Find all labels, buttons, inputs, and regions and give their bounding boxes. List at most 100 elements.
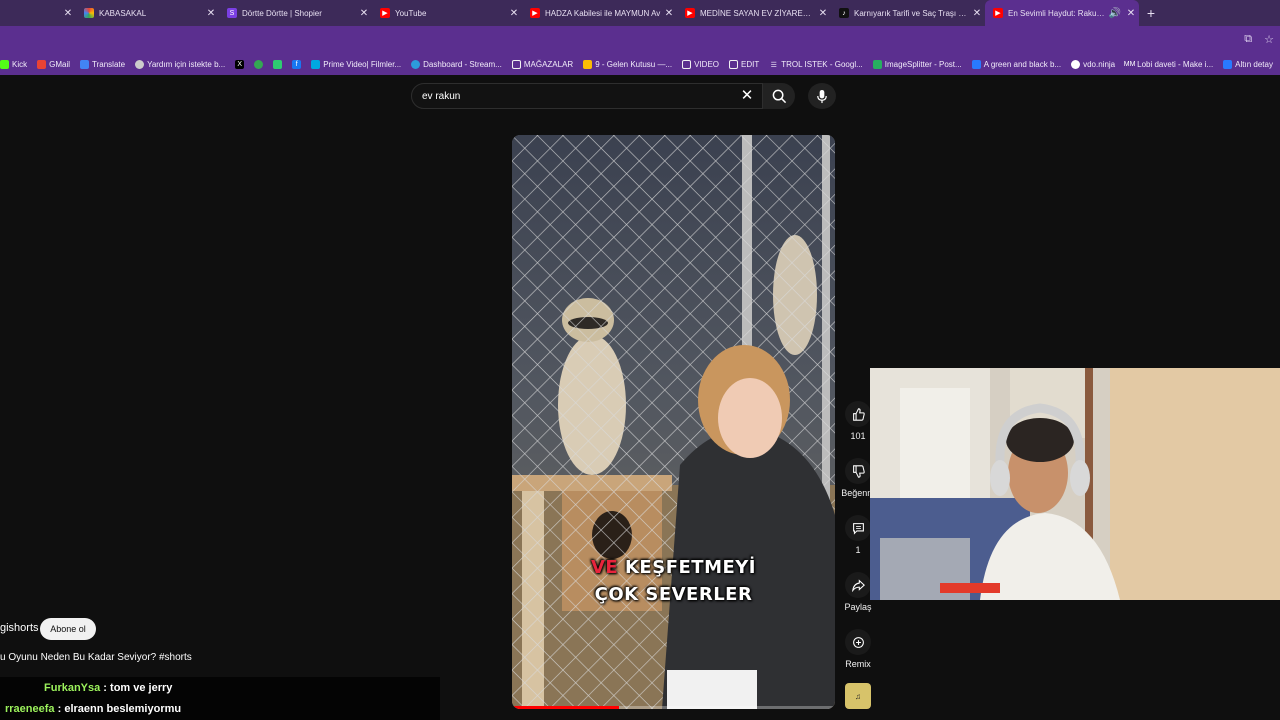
- tab-title: YouTube: [395, 8, 427, 18]
- youtube-shorts-page: ev rakun ✕ VE KEŞFETMEYİ ÇOK SEVERLER 10…: [0, 75, 1280, 720]
- channel-name[interactable]: gishorts: [0, 622, 39, 634]
- bookmark-gmail[interactable]: GMail: [37, 60, 70, 69]
- close-icon[interactable]: ✕: [815, 8, 831, 19]
- youtube-icon: ▶: [530, 8, 540, 18]
- bookmark-magazalar[interactable]: MAĞAZALAR: [511, 60, 574, 69]
- webcam-frame: [870, 368, 1280, 600]
- chat-message: rraeneefa : elraenn beslemiyormu: [5, 703, 181, 715]
- star-icon[interactable]: ☆: [1264, 33, 1274, 46]
- bookmark-drive[interactable]: [254, 60, 264, 69]
- bookmark-prime[interactable]: Prime Video| Filmler...: [311, 60, 401, 69]
- bookmark-altin-detay[interactable]: Altın detay: [1223, 60, 1273, 69]
- bookmark-edit[interactable]: EDIT: [729, 60, 759, 69]
- tab-kabasakal[interactable]: KABASAKAL ✕: [76, 0, 219, 26]
- tab-hadza[interactable]: ▶ HADZA Kabilesi ile MAYMUN Av ✕: [522, 0, 677, 26]
- cast-icon[interactable]: ⧉: [1244, 33, 1252, 46]
- close-icon[interactable]: ✕: [356, 8, 372, 19]
- chat-username: rraeneefa: [5, 703, 55, 715]
- bookmark-trol-istek[interactable]: ☰ TROL ISTEK - Googl...: [769, 60, 863, 69]
- bookmark-label: ImageSplitter - Post...: [884, 60, 962, 69]
- microphone-icon: [817, 89, 827, 103]
- tab-title: Dörtte Dörtte | Shopier: [242, 8, 322, 18]
- bookmark-label: MAĞAZALAR: [523, 60, 574, 69]
- remix-label: Remix: [845, 659, 871, 669]
- close-icon[interactable]: ✕: [203, 8, 219, 19]
- bookmark-label: Lobi daveti - Make i...: [1137, 60, 1214, 69]
- shopier-icon: S: [227, 8, 237, 18]
- bookmark-lobi-daveti[interactable]: MM Lobi daveti - Make i...: [1124, 60, 1214, 69]
- tab-partial[interactable]: ✕: [0, 0, 76, 26]
- search-button[interactable]: [763, 83, 795, 109]
- bookmark-gelen-kutusu[interactable]: 9 - Gelen Kutusu —...: [583, 60, 672, 69]
- close-icon[interactable]: ✕: [661, 8, 677, 19]
- bookmark-kick[interactable]: Kick: [0, 60, 27, 69]
- bookmark-x[interactable]: X: [235, 60, 245, 69]
- bookmark-translate[interactable]: Translate: [80, 60, 125, 69]
- bookmark-label: GMail: [49, 60, 71, 69]
- tab-youtube[interactable]: ▶ YouTube ✕: [372, 0, 522, 26]
- voice-search-button[interactable]: [808, 83, 836, 109]
- multicolor-icon: [84, 8, 94, 18]
- sound-thumbnail[interactable]: ♫: [838, 683, 878, 713]
- tab-shopier[interactable]: S Dörtte Dörtte | Shopier ✕: [219, 0, 372, 26]
- chat-separator: :: [54, 703, 65, 715]
- close-icon[interactable]: ✕: [60, 8, 76, 19]
- speaker-icon[interactable]: 🔊: [1107, 8, 1123, 19]
- mail-icon: [583, 60, 593, 69]
- bookmark-yardim[interactable]: Yardım için istekte b...: [135, 60, 225, 69]
- kick-icon: [0, 60, 9, 69]
- bookmark-green-black[interactable]: A green and black b...: [971, 60, 1061, 69]
- bookmark-dashboard[interactable]: Dashboard - Stream...: [411, 60, 502, 69]
- flag-icon: [971, 60, 981, 69]
- tab-karniyarik[interactable]: ♪ Karnıyarık Tarifi ve Saç Traşı Mu ✕: [831, 0, 985, 26]
- bookmark-evernote[interactable]: [273, 60, 283, 69]
- video-progress-bar[interactable]: [512, 706, 835, 709]
- bookmark-facebook[interactable]: f: [292, 60, 302, 69]
- search-icon: [772, 89, 786, 103]
- globe-icon: [135, 60, 145, 69]
- clear-search-icon[interactable]: ✕: [738, 87, 756, 105]
- tab-title: HADZA Kabilesi ile MAYMUN Av: [545, 8, 661, 18]
- chat-separator: :: [100, 682, 111, 694]
- bookmark-video[interactable]: VIDEO: [682, 60, 719, 69]
- bookmark-label: 9 - Gelen Kutusu —...: [595, 60, 673, 69]
- bookmark-label: TROL ISTEK - Googl...: [781, 60, 863, 69]
- bookmark-label: Translate: [92, 60, 126, 69]
- progress-fill: [512, 706, 619, 709]
- translate-icon: [80, 60, 90, 69]
- bookmark-imagesplitter[interactable]: ImageSplitter - Post...: [872, 60, 962, 69]
- youtube-icon: ▶: [685, 8, 695, 18]
- caption-text: KEŞFETMEYİ: [624, 557, 757, 578]
- tab-title: En Sevimli Haydut: Rakun! #: [1008, 8, 1107, 18]
- vdo-ninja-icon: [1071, 60, 1081, 69]
- x-icon: X: [235, 60, 245, 69]
- video-frame: [512, 135, 835, 709]
- new-tab-button[interactable]: +: [1139, 5, 1163, 21]
- gmail-icon: [37, 60, 47, 69]
- tiktok-icon: ♪: [839, 8, 849, 18]
- close-icon[interactable]: ✕: [506, 8, 522, 19]
- close-icon[interactable]: ✕: [969, 8, 985, 19]
- close-icon[interactable]: ✕: [1123, 8, 1139, 19]
- stream-chat-overlay: FurkanYsa : tom ve jerry rraeneefa : elr…: [0, 677, 440, 720]
- search-input[interactable]: ev rakun: [411, 83, 763, 109]
- remix-button[interactable]: Remix: [838, 629, 878, 669]
- browser-toolbar: ⧉ ☆: [0, 26, 1280, 54]
- prime-video-icon: [311, 60, 321, 69]
- bookmark-vdo-ninja[interactable]: vdo.ninja: [1071, 60, 1115, 69]
- thumbs-down-icon: [852, 464, 865, 478]
- folder-icon: [729, 60, 739, 69]
- streamlabs-icon: [411, 60, 421, 69]
- tab-rakun-active[interactable]: ▶ En Sevimli Haydut: Rakun! # 🔊 ✕: [985, 0, 1139, 26]
- short-title[interactable]: u Oyunu Neden Bu Kadar Seviyor? #shorts: [0, 652, 192, 663]
- subscribe-button[interactable]: Abone ol: [40, 618, 96, 640]
- tab-medine[interactable]: ▶ MEDİNE SAYAN EV ZİYARETİ - Y ✕: [677, 0, 831, 26]
- share-label: Paylaş: [844, 602, 872, 612]
- share-icon: [851, 578, 865, 592]
- shorts-video-player[interactable]: VE KEŞFETMEYİ ÇOK SEVERLER: [512, 135, 835, 709]
- chat-text: elraenn beslemiyormu: [64, 703, 182, 715]
- thumbs-up-icon: [852, 407, 865, 421]
- bookmark-label: EDIT: [741, 60, 760, 69]
- folder-icon: [511, 60, 521, 69]
- caption-line-1: VE KEŞFETMEYİ: [512, 557, 835, 578]
